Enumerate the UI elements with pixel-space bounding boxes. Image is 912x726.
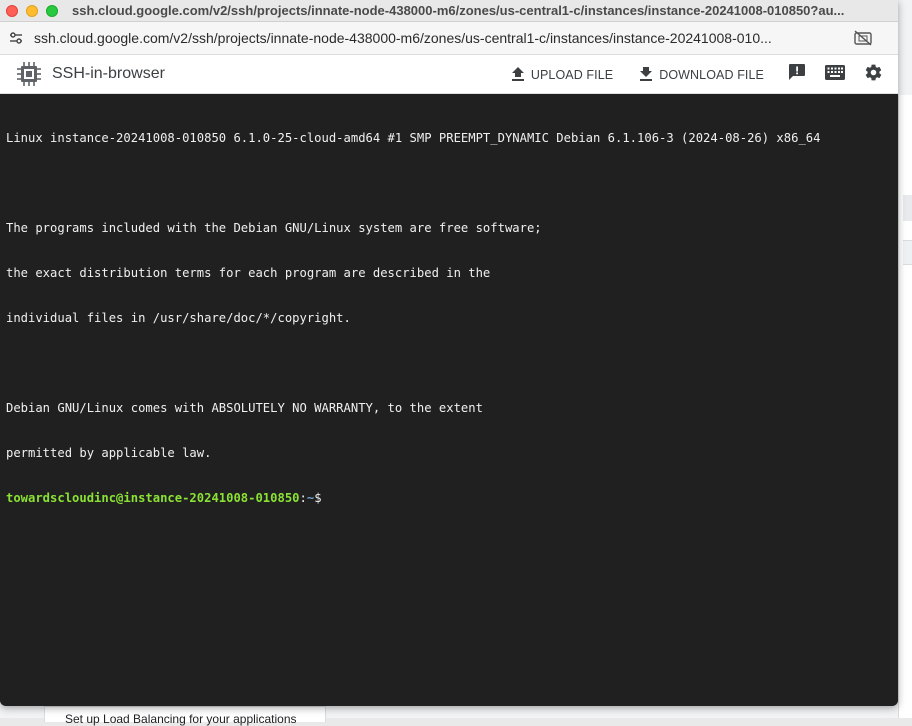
- terminal-line: permitted by applicable law.: [6, 446, 212, 460]
- terminal-line: the exact distribution terms for each pr…: [6, 266, 491, 280]
- terminal-line: Linux instance-20241008-010850 6.1.0-25-…: [6, 131, 821, 145]
- feedback-icon: [788, 63, 806, 86]
- terminal-line: The programs included with the Debian GN…: [6, 221, 542, 235]
- camera-blocked-icon[interactable]: [852, 28, 874, 48]
- download-file-label: DOWNLOAD FILE: [659, 67, 764, 82]
- site-settings-icon[interactable]: [6, 28, 26, 48]
- zoom-window-button[interactable]: [46, 4, 58, 17]
- background-marker: [903, 240, 912, 265]
- close-window-button[interactable]: [6, 4, 18, 17]
- app-title: SSH-in-browser: [52, 65, 165, 82]
- prompt-separator: :: [299, 491, 307, 505]
- keyboard-button[interactable]: [816, 60, 854, 90]
- terminal-output[interactable]: Linux instance-20241008-010850 6.1.0-25-…: [0, 94, 898, 705]
- gear-icon: [864, 63, 883, 87]
- keyboard-icon: [825, 64, 845, 85]
- url-display[interactable]: ssh.cloud.google.com/v2/ssh/projects/inn…: [34, 30, 838, 46]
- upload-file-button[interactable]: UPLOAD FILE: [503, 60, 621, 90]
- window-controls: [6, 4, 58, 17]
- toolbar-actions: UPLOAD FILE DOWNLOAD FILE: [503, 55, 898, 94]
- terminal-line: Debian GNU/Linux comes with ABSOLUTELY N…: [6, 401, 483, 415]
- minimize-window-button[interactable]: [26, 4, 38, 17]
- ssh-popup-window: ssh.cloud.google.com/v2/ssh/projects/inn…: [0, 0, 898, 706]
- feedback-button[interactable]: [778, 60, 816, 90]
- background-card[interactable]: Set up Load Balancing for your applicati…: [44, 706, 326, 726]
- terminal-prompt[interactable]: towardscloudinc@instance-20241008-010850…: [6, 491, 892, 506]
- upload-file-label: UPLOAD FILE: [530, 67, 614, 82]
- app-toolbar: SSH-in-browser UPLOAD FILE DOWNLOAD FILE: [0, 55, 898, 94]
- download-icon: [639, 67, 653, 82]
- chip-icon: [16, 61, 42, 87]
- background-panel: [898, 95, 912, 718]
- prompt-user-host: towardscloudinc@instance-20241008-010850: [6, 491, 300, 505]
- address-bar: ssh.cloud.google.com/v2/ssh/projects/inn…: [0, 22, 898, 55]
- download-file-button[interactable]: DOWNLOAD FILE: [631, 60, 772, 90]
- background-marker: [903, 195, 912, 221]
- window-title: ssh.cloud.google.com/v2/ssh/projects/inn…: [72, 3, 845, 18]
- window-titlebar[interactable]: ssh.cloud.google.com/v2/ssh/projects/inn…: [0, 0, 898, 22]
- prompt-symbol: $: [314, 491, 322, 505]
- upload-icon: [511, 67, 525, 82]
- background-card-text: Set up Load Balancing for your applicati…: [65, 712, 297, 726]
- settings-button[interactable]: [854, 60, 892, 90]
- terminal-line: individual files in /usr/share/doc/*/cop…: [6, 311, 351, 325]
